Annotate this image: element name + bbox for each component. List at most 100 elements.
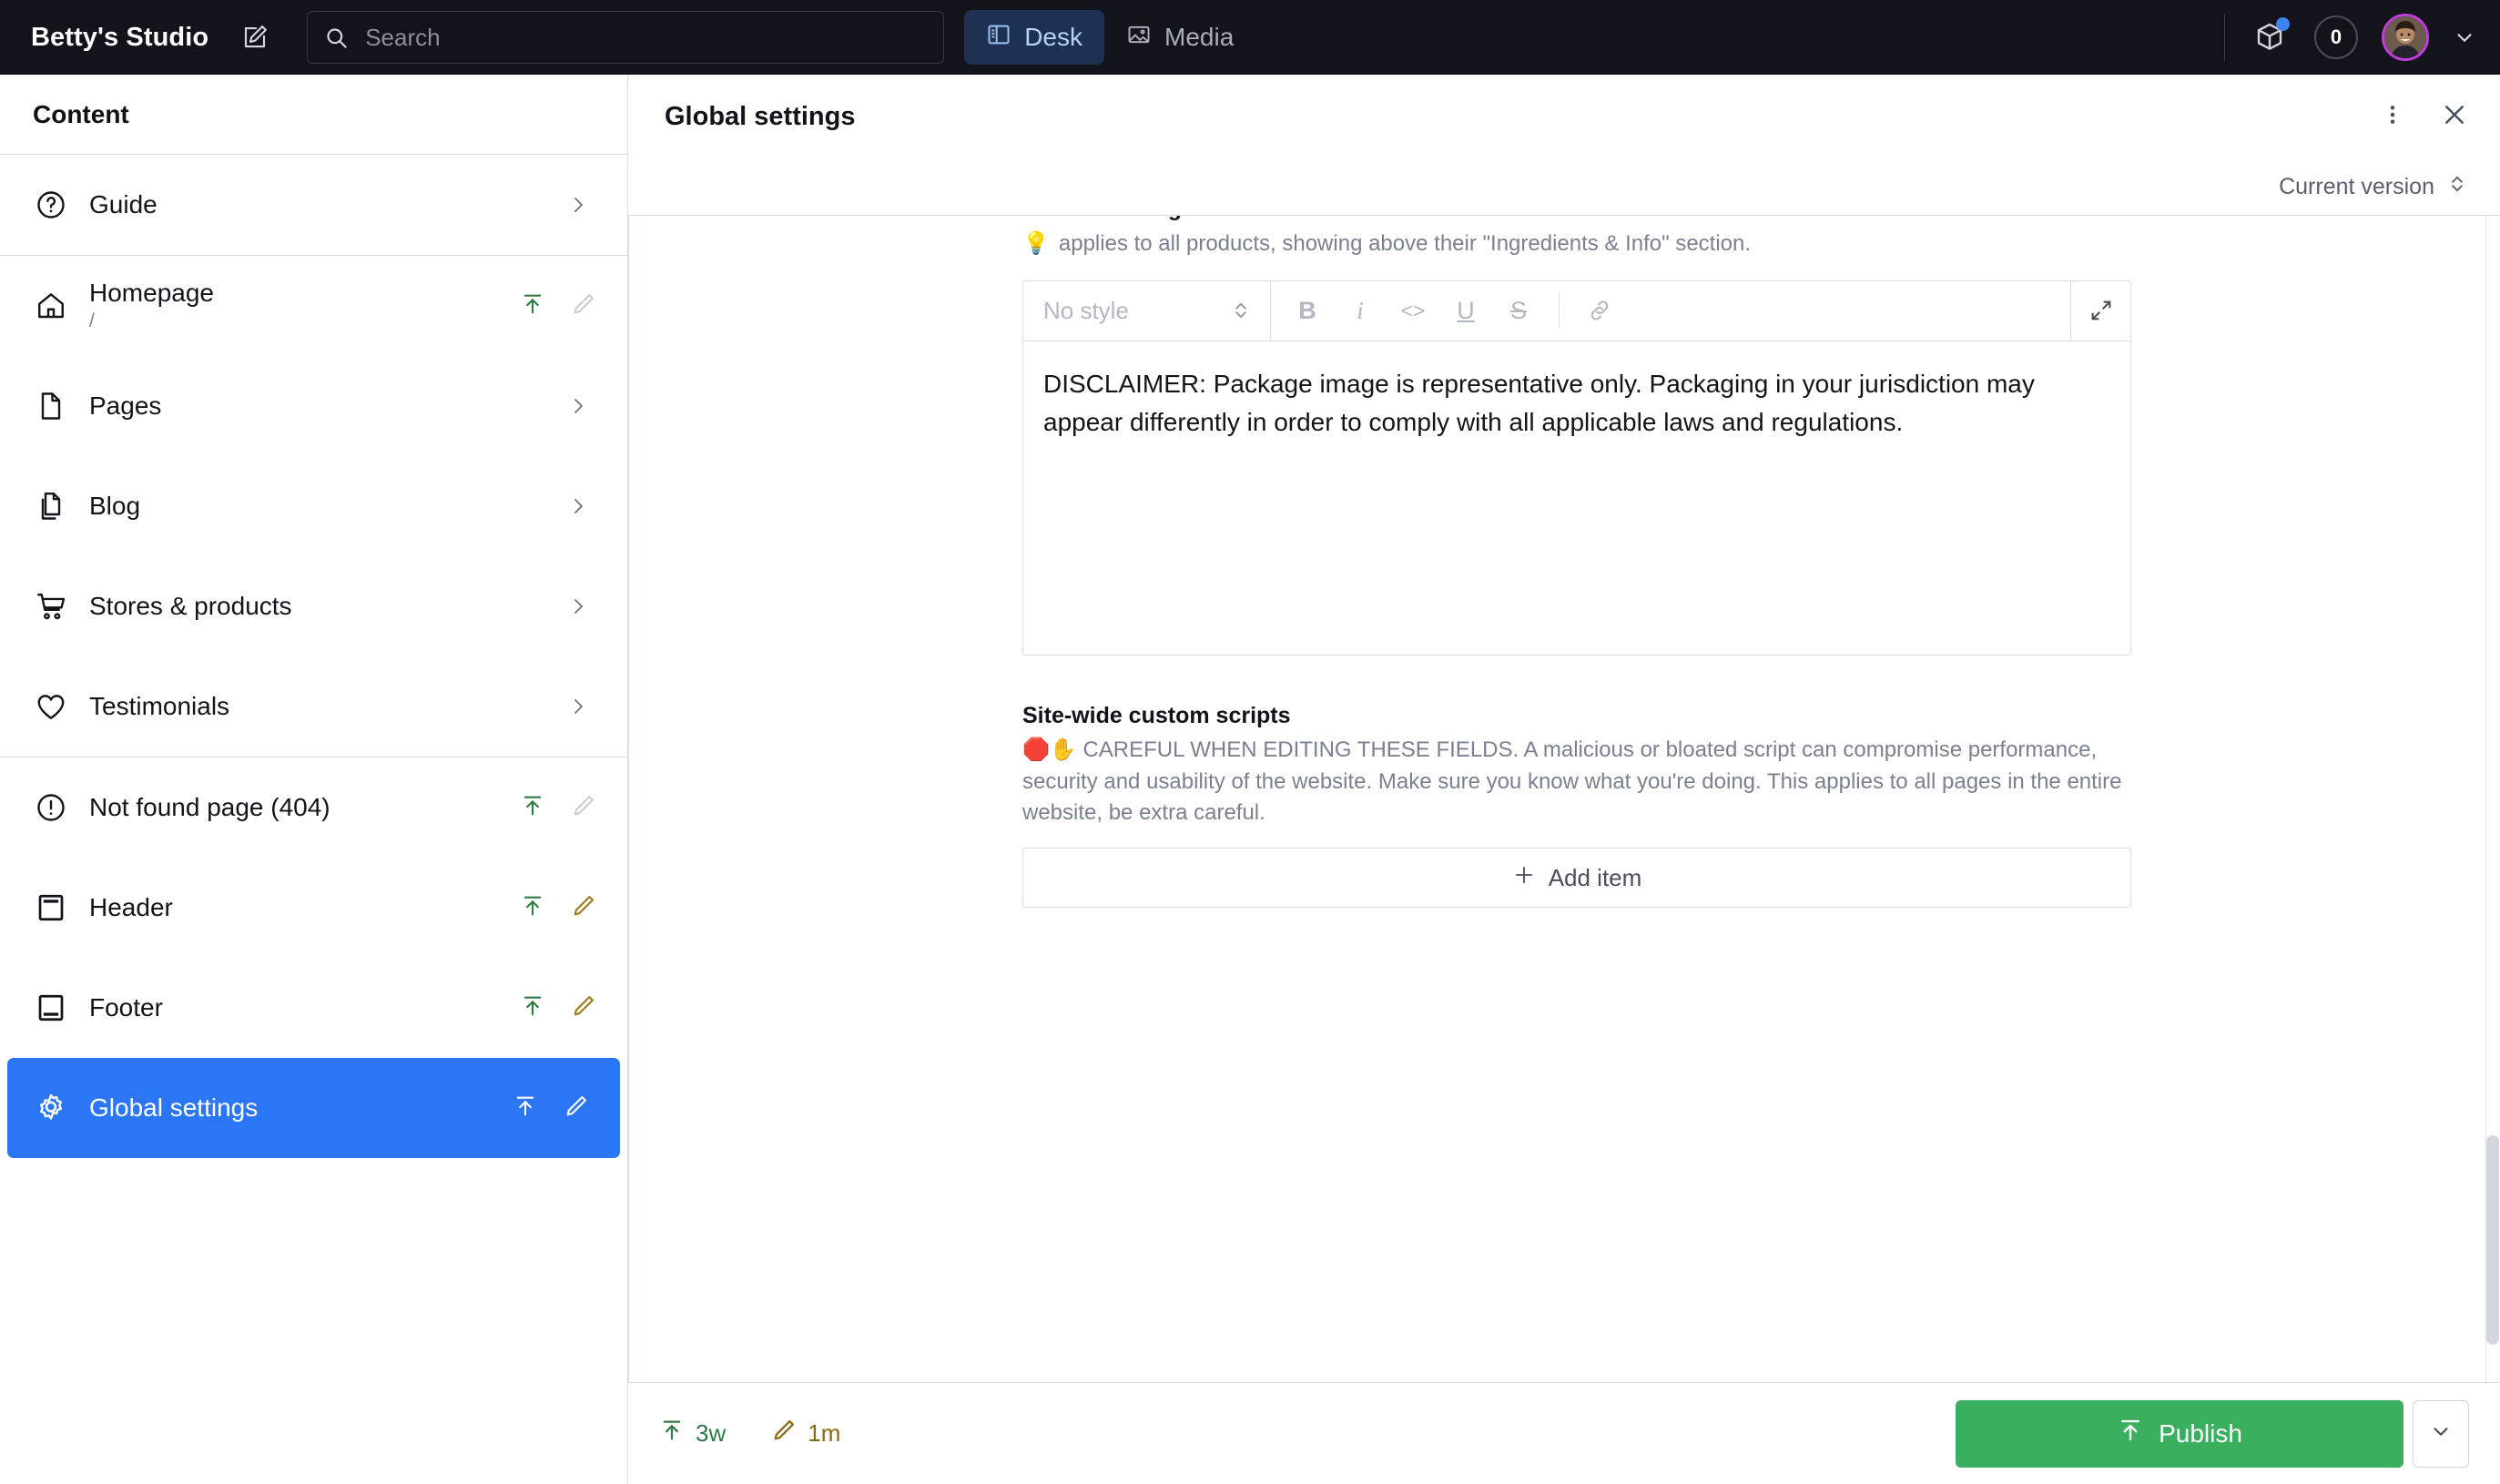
bold-button[interactable]: B	[1284, 287, 1331, 334]
sidebar-item-actions	[513, 1093, 598, 1123]
field-help: 🛑✋ CAREFUL WHEN EDITING THESE FIELDS. A …	[1022, 735, 2131, 829]
publish-button[interactable]: Publish	[1956, 1399, 2403, 1468]
form-scroll[interactable]: Product dosage disclaimer 💡 applies to a…	[629, 216, 2500, 1382]
code-button[interactable]: <>	[1389, 287, 1437, 334]
desk-panels-icon	[986, 22, 1011, 54]
pencil-icon[interactable]	[571, 291, 596, 321]
chevron-right-icon	[567, 495, 605, 517]
account-chevron-down-icon[interactable]	[2453, 25, 2476, 49]
publish-options-button[interactable]	[2413, 1399, 2469, 1468]
field-site-wide-custom-scripts: Site-wide custom scripts 🛑✋ CAREFUL WHEN…	[1022, 702, 2131, 909]
add-item-button[interactable]: Add item	[1022, 848, 2131, 909]
edited-ago-label: 1m	[808, 1419, 841, 1447]
top-bar: Betty's Studio Desk	[0, 0, 2500, 75]
sidebar-item-blog[interactable]: Blog	[0, 456, 627, 556]
kebab-menu-icon[interactable]	[2380, 102, 2405, 132]
field-label: Product dosage disclaimer	[1022, 216, 2131, 223]
search-input[interactable]	[365, 23, 928, 52]
lightbulb-icon: 💡	[1022, 231, 1050, 256]
document-header: Global settings	[628, 75, 2500, 158]
content-sidebar: Content Guide Homepage / Pages Blog Stor…	[0, 75, 628, 1484]
search-box[interactable]	[307, 11, 945, 64]
published-ago-label: 3w	[696, 1419, 727, 1447]
heart-icon	[27, 690, 75, 723]
field-label: Site-wide custom scripts	[1022, 702, 1291, 728]
scrollbar-thumb[interactable]	[2486, 1135, 2499, 1345]
gear-icon	[27, 1091, 75, 1125]
sidebar-item-guide[interactable]: Guide	[0, 155, 627, 255]
warning-emoji-icon: 🛑✋	[1022, 737, 1077, 762]
sidebar-item-actions	[520, 793, 605, 823]
sidebar-item-homepage[interactable]: Homepage /	[0, 256, 627, 356]
chevron-right-icon	[567, 194, 605, 216]
chevron-right-icon	[567, 595, 605, 617]
sidebar-item-label: Not found page (404)	[89, 793, 330, 822]
avatar[interactable]	[2382, 14, 2429, 61]
page-icon	[27, 390, 75, 422]
field-help: 💡 applies to all products, showing above…	[1022, 229, 2131, 260]
pencil-icon	[771, 1418, 797, 1449]
footer-layout-icon	[27, 991, 75, 1024]
document-header-actions	[2380, 100, 2469, 134]
version-selector[interactable]: Current version	[2279, 172, 2467, 202]
publish-arrow-icon	[2117, 1417, 2144, 1450]
tab-media-label: Media	[1164, 23, 1235, 51]
expand-diagonal-icon[interactable]	[2070, 280, 2130, 341]
chevron-up-down-icon	[1232, 299, 1250, 322]
sidebar-item-label: Pages	[89, 391, 162, 421]
publish-arrow-icon[interactable]	[520, 793, 545, 823]
sidebar-item-not-found-page[interactable]: Not found page (404)	[0, 757, 627, 858]
vertical-scrollbar[interactable]	[2485, 216, 2500, 1382]
plus-icon	[1512, 863, 1536, 893]
sidebar-item-pages[interactable]: Pages	[0, 356, 627, 456]
rich-text-editor: No style B i <> U S DISCLAIMER: Package …	[1022, 280, 2131, 656]
italic-button[interactable]: i	[1336, 287, 1384, 334]
document-scroll-area: Product dosage disclaimer 💡 applies to a…	[628, 215, 2500, 1382]
publish-arrow-icon	[659, 1418, 685, 1449]
sidebar-item-header[interactable]: Header	[0, 858, 627, 958]
sidebar-item-footer[interactable]: Footer	[0, 958, 627, 1058]
pencil-icon[interactable]	[571, 993, 596, 1023]
chevron-up-down-icon	[2447, 172, 2467, 202]
style-select[interactable]: No style	[1023, 280, 1271, 341]
publish-arrow-icon[interactable]	[520, 893, 545, 923]
package-cube-icon[interactable]	[2249, 16, 2291, 58]
publish-button-label: Publish	[2159, 1418, 2242, 1448]
sidebar-item-label: Footer	[89, 993, 163, 1022]
sidebar-item-stores-products[interactable]: Stores & products	[0, 556, 627, 656]
publish-arrow-icon[interactable]	[513, 1093, 538, 1123]
sidebar-item-global-settings[interactable]: Global settings	[7, 1058, 620, 1158]
edited-status: 1m	[771, 1418, 840, 1449]
home-icon	[27, 290, 75, 322]
compose-pencil-icon[interactable]	[234, 16, 276, 58]
close-icon[interactable]	[2440, 100, 2469, 134]
link-icon[interactable]	[1576, 287, 1623, 334]
pencil-icon[interactable]	[571, 793, 596, 823]
sidebar-item-testimonials[interactable]: Testimonials	[0, 656, 627, 757]
tab-desk[interactable]: Desk	[964, 10, 1104, 65]
sidebar-item-label: Blog	[89, 492, 141, 521]
publish-arrow-icon[interactable]	[520, 993, 545, 1023]
pencil-icon[interactable]	[571, 893, 596, 923]
sidebar-item-label: Stores & products	[89, 592, 292, 621]
documents-icon	[27, 490, 75, 523]
sidebar-item-label: Guide	[89, 190, 158, 219]
sidebar-item-label: Homepage	[89, 278, 214, 307]
underline-button[interactable]: U	[1442, 287, 1489, 334]
count-badge[interactable]: 0	[2314, 15, 2358, 59]
chevron-right-icon	[567, 395, 605, 417]
pencil-icon[interactable]	[564, 1093, 589, 1123]
chevron-right-icon	[567, 696, 605, 717]
add-item-label: Add item	[1548, 863, 1642, 891]
field-help-text: applies to all products, showing above t…	[1058, 231, 1752, 256]
editor-toolbar: No style B i <> U S	[1023, 280, 2130, 341]
editor-content[interactable]: DISCLAIMER: Package image is representat…	[1023, 341, 2130, 655]
tab-desk-label: Desk	[1024, 23, 1082, 51]
strikethrough-button[interactable]: S	[1495, 287, 1542, 334]
tab-media[interactable]: Media	[1104, 10, 1255, 65]
version-row: Current version	[628, 158, 2500, 215]
question-circle-icon	[27, 188, 75, 221]
cart-icon	[27, 590, 75, 623]
publish-arrow-icon[interactable]	[520, 291, 545, 321]
sidebar-item-actions	[520, 993, 605, 1023]
